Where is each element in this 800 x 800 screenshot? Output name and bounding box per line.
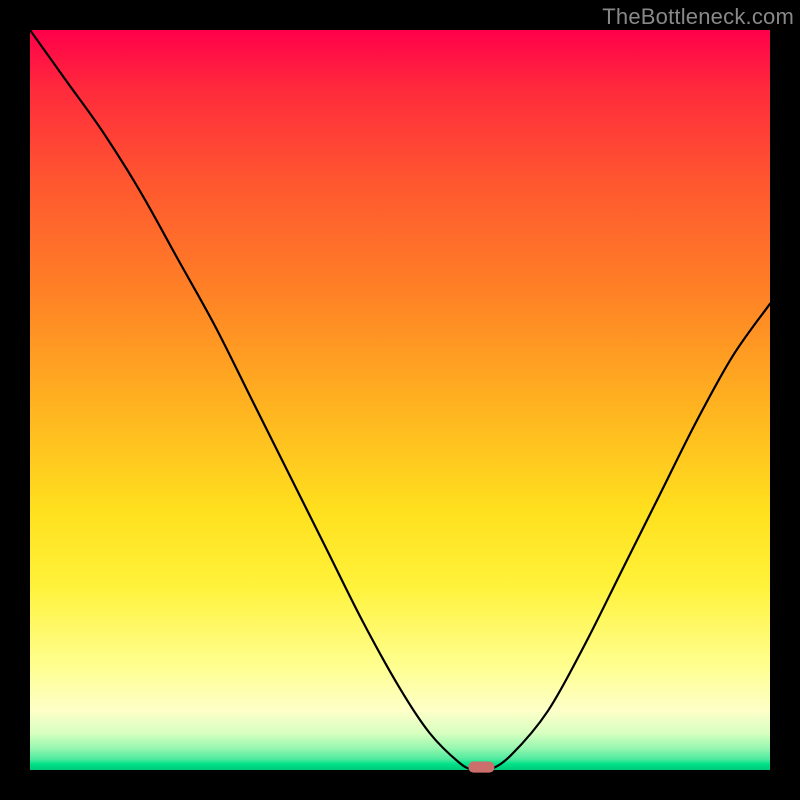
chart-frame: TheBottleneck.com	[0, 0, 800, 800]
curve-layer	[30, 30, 770, 770]
min-bottleneck-marker	[468, 761, 494, 772]
watermark-text: TheBottleneck.com	[602, 4, 794, 30]
bottleneck-curve	[30, 30, 770, 771]
